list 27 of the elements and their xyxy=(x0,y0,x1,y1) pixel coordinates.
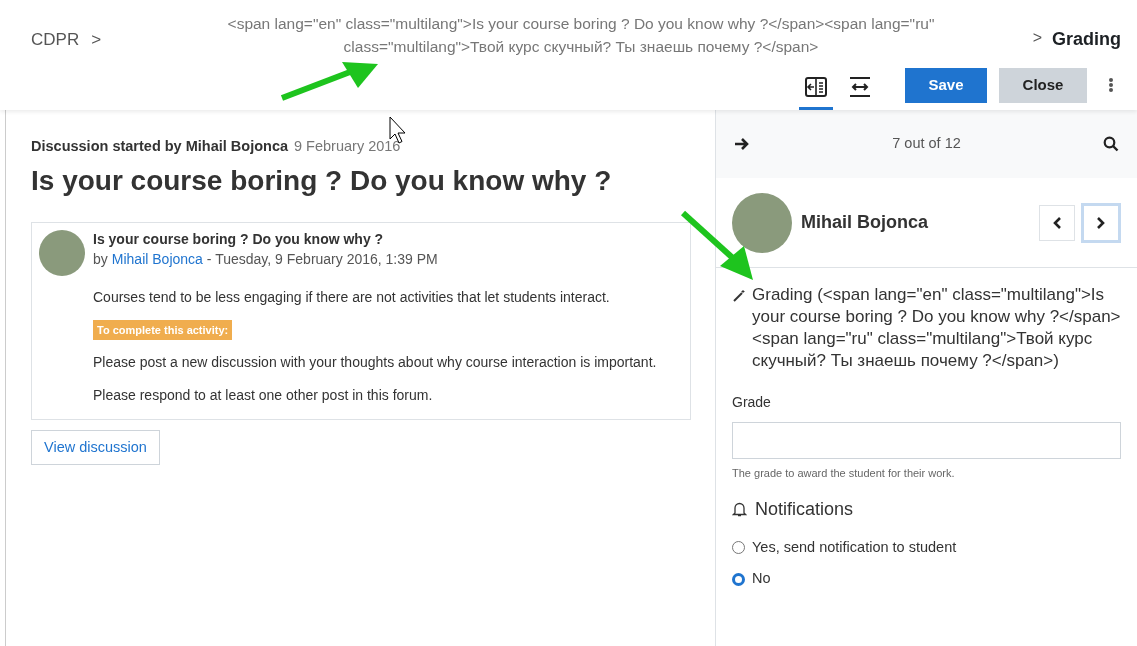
discussion-author: Discussion started by Mihail Bojonca xyxy=(31,137,289,156)
radio-label: Yes, send notification to student xyxy=(752,537,957,557)
author-link[interactable]: Mihail Bojonca xyxy=(111,248,203,269)
page-title: <span lang="en" class="multilang">Is your course boring ? Do you know why ?</span><span lang="ru" class="multilang">Твой курс скучный? Ты знаешь почему ?</span> xyxy=(226,14,936,57)
view-discussion-button[interactable]: View discussion xyxy=(31,430,160,466)
discussion-title: Is your course boring ? Do you know why ? xyxy=(31,163,613,198)
grade-help-text: The grade to award the student for their work. xyxy=(732,466,956,481)
section-title: Grading xyxy=(1052,28,1121,51)
grading-heading: Grading (<span lang="en" class="multilang">Is your course boring ? Do you know why ?</span><span lang="ru" class="multilang">Твой курс скучный? Ты знаешь почему ?</span>) xyxy=(752,284,1121,372)
breadcrumb-separator: > xyxy=(1032,28,1042,48)
breadcrumb-link[interactable]: CDPR xyxy=(31,27,80,53)
activity-badge: To complete this activity: xyxy=(93,319,233,341)
post-date: - Tuesday, 9 February 2016, 1:39 PM xyxy=(206,249,438,269)
post-paragraph: Courses tend to be less engaging if there are not activities that let students interact. xyxy=(93,287,611,307)
post-paragraph: Please respond to at least one other post in this forum. xyxy=(93,386,434,406)
close-button[interactable]: Close xyxy=(999,67,1087,103)
radio-label: No xyxy=(752,569,771,589)
breadcrumb-separator: > xyxy=(91,29,102,51)
post-paragraph: Please post a new discussion with your thoughts about why course interaction is important. xyxy=(93,353,658,373)
user-counter: 7 out of 12 xyxy=(892,134,961,154)
user-name: Mihail Bojonca xyxy=(801,211,929,234)
discussion-date: 9 February 2016 xyxy=(294,137,401,156)
post-byline: by xyxy=(93,249,108,269)
save-button[interactable]: Save xyxy=(905,67,987,103)
notifications-heading: Notifications xyxy=(755,497,854,521)
grade-label: Grade xyxy=(732,393,772,412)
post-subject: Is your course boring ? Do you know why ? xyxy=(93,229,385,249)
